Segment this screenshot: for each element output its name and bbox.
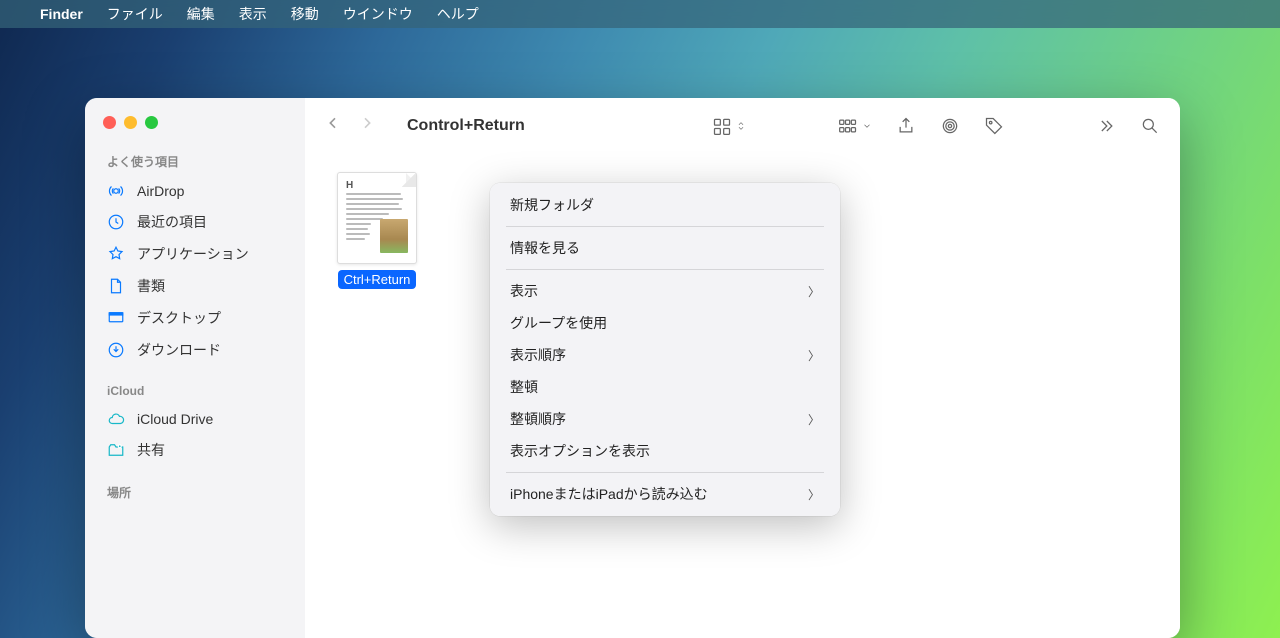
menubar-go[interactable]: 移動 [291,4,319,24]
share-button[interactable] [896,116,916,136]
back-button[interactable] [325,115,341,136]
cm-clean-up-by[interactable]: 整頓順序〉 [496,403,834,435]
finder-window: よく使う項目 AirDrop 最近の項目 アプリケーション 書類 デスクトップ [85,98,1180,638]
chevron-right-icon: 〉 [808,486,820,503]
clock-icon [107,213,125,231]
sidebar-item-label: 最近の項目 [137,212,207,232]
airdrop-toolbar-icon[interactable] [940,116,960,136]
sidebar-header-locations: 場所 [85,478,305,507]
chevron-right-icon: 〉 [808,283,820,300]
finder-sidebar: よく使う項目 AirDrop 最近の項目 アプリケーション 書類 デスクトップ [85,98,305,638]
chevron-right-icon: 〉 [808,347,820,364]
sidebar-item-label: iCloud Drive [137,411,213,427]
cm-get-info[interactable]: 情報を見る [496,232,834,264]
sidebar-item-label: アプリケーション [137,244,249,264]
sidebar-item-documents[interactable]: 書類 [85,270,305,302]
view-mode-button[interactable] [712,116,746,136]
menubar-app-name[interactable]: Finder [40,6,83,22]
shared-folder-icon [107,441,125,459]
sidebar-item-label: デスクトップ [137,308,221,328]
sidebar-item-applications[interactable]: アプリケーション [85,238,305,270]
sidebar-header-icloud: iCloud [85,378,305,404]
desktop-icon [107,309,125,327]
download-icon [107,341,125,359]
window-title: Control+Return [403,117,525,135]
overflow-button[interactable] [1096,116,1116,136]
sidebar-item-label: 共有 [137,440,165,460]
document-icon [107,277,125,295]
window-controls [85,112,305,145]
sidebar-item-icloud-drive[interactable]: iCloud Drive [85,404,305,434]
airdrop-icon [107,182,125,200]
tags-button[interactable] [984,116,1004,136]
cm-view[interactable]: 表示〉 [496,275,834,307]
menubar-edit[interactable]: 編集 [187,4,215,24]
sidebar-item-shared[interactable]: 共有 [85,434,305,466]
cm-clean-up[interactable]: 整頓 [496,371,834,403]
forward-button[interactable] [359,115,375,136]
menubar-file[interactable]: ファイル [107,4,163,24]
minimize-button[interactable] [124,116,137,129]
cm-new-folder[interactable]: 新規フォルダ [496,189,834,221]
context-menu: 新規フォルダ 情報を見る 表示〉 グループを使用 表示順序〉 整頓 整頓順序〉 … [490,183,840,516]
sidebar-item-desktop[interactable]: デスクトップ [85,302,305,334]
close-button[interactable] [103,116,116,129]
cm-use-groups[interactable]: グループを使用 [496,307,834,339]
finder-toolbar: Control+Return [305,98,1180,154]
file-name-label[interactable]: Ctrl+Return [338,270,417,289]
sidebar-header-favorites: よく使う項目 [85,147,305,176]
menubar-help[interactable]: ヘルプ [437,4,479,24]
sidebar-item-label: AirDrop [137,183,184,199]
sidebar-item-downloads[interactable]: ダウンロード [85,334,305,366]
menubar-window[interactable]: ウインドウ [343,4,413,24]
sidebar-item-label: 書類 [137,276,165,296]
applications-icon [107,245,125,263]
sidebar-item-airdrop[interactable]: AirDrop [85,176,305,206]
cm-import-from-device[interactable]: iPhoneまたはiPadから読み込む〉 [496,478,834,510]
cm-show-view-options[interactable]: 表示オプションを表示 [496,435,834,467]
group-button[interactable] [838,116,872,136]
menubar-view[interactable]: 表示 [239,4,267,24]
file-item[interactable]: H Ctrl+Return [327,172,427,289]
system-menubar: Finder ファイル 編集 表示 移動 ウインドウ ヘルプ [0,0,1280,28]
cm-sort-by[interactable]: 表示順序〉 [496,339,834,371]
fullscreen-button[interactable] [145,116,158,129]
search-button[interactable] [1140,116,1160,136]
sidebar-item-recents[interactable]: 最近の項目 [85,206,305,238]
document-thumbnail-icon: H [337,172,417,264]
cloud-icon [107,410,125,428]
sidebar-item-label: ダウンロード [137,340,221,360]
chevron-right-icon: 〉 [808,411,820,428]
